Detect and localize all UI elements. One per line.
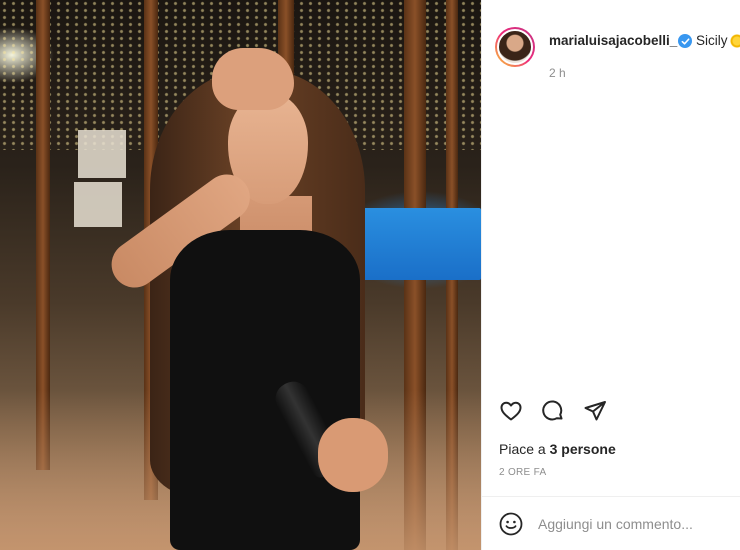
avatar[interactable] bbox=[495, 27, 535, 67]
username-link[interactable]: marialuisajacobelli_ bbox=[549, 33, 677, 48]
likes-prefix: Piace a bbox=[499, 441, 550, 457]
pool bbox=[350, 208, 481, 280]
comment-input[interactable] bbox=[538, 511, 728, 537]
person-hand bbox=[212, 48, 294, 110]
post-side-panel: marialuisajacobelli_ Sicily 2 h Piace a … bbox=[481, 0, 740, 550]
sun-icon bbox=[730, 34, 740, 48]
smiley-icon bbox=[499, 512, 523, 536]
post-date: 2 ORE FA bbox=[499, 467, 547, 478]
instagram-post: marialuisajacobelli_ Sicily 2 h Piace a … bbox=[0, 0, 740, 550]
person-hand-holding-mic bbox=[318, 418, 388, 492]
post-time: 2 h bbox=[549, 66, 566, 80]
post-header: marialuisajacobelli_ Sicily 2 h bbox=[482, 0, 740, 96]
verified-badge-icon bbox=[678, 34, 692, 48]
comment-icon bbox=[542, 400, 563, 421]
likes-people-link[interactable]: 3 persone bbox=[550, 441, 616, 457]
comment-bar bbox=[482, 496, 740, 550]
share-icon bbox=[584, 401, 606, 421]
avatar-image bbox=[497, 29, 533, 65]
like-button[interactable] bbox=[498, 398, 524, 424]
location-link[interactable]: Sicily bbox=[696, 33, 728, 48]
black-dress bbox=[170, 230, 360, 550]
wall-panel bbox=[74, 182, 122, 227]
post-photo[interactable] bbox=[0, 0, 481, 550]
heart-icon bbox=[500, 401, 522, 421]
emoji-button[interactable] bbox=[499, 512, 523, 536]
likes-count[interactable]: Piace a 3 persone bbox=[499, 441, 616, 457]
share-button[interactable] bbox=[582, 398, 608, 424]
comment-button[interactable] bbox=[540, 398, 566, 424]
wall-panel bbox=[78, 130, 126, 178]
action-bar bbox=[498, 398, 608, 424]
